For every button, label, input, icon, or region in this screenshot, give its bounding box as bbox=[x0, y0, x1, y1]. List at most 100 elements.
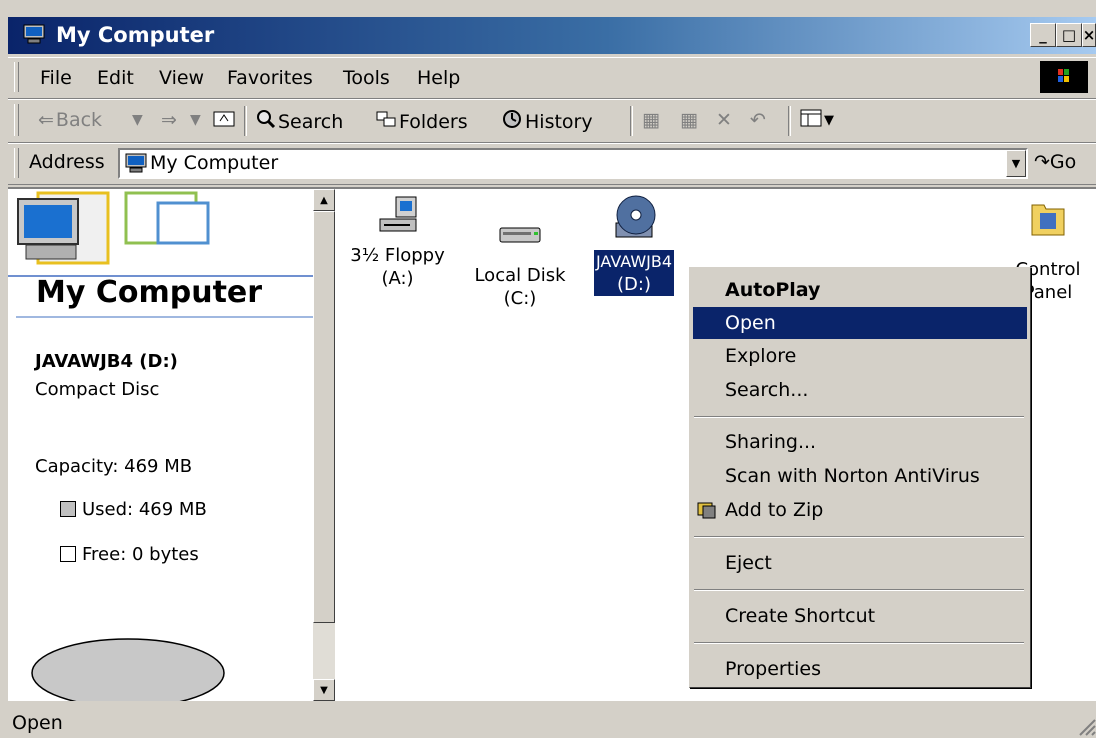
scroll-up-icon[interactable]: ▲ bbox=[313, 189, 335, 211]
menu-bar: File Edit View Favorites Tools Help bbox=[8, 57, 1096, 99]
menu-separator bbox=[694, 589, 1024, 591]
address-value: My Computer bbox=[150, 152, 279, 174]
views-button[interactable]: ▼ bbox=[800, 109, 834, 132]
forward-dropdown-icon[interactable]: ▼ bbox=[190, 112, 201, 128]
scroll-thumb[interactable] bbox=[313, 211, 335, 623]
menu-autoplay[interactable]: AutoPlay bbox=[693, 274, 1027, 306]
forward-arrow-icon[interactable]: ⇒ bbox=[161, 109, 177, 131]
standard-toolbar: ⇐ Back ▼ ⇒ ▼ Search Folders History ▦ ▦ ✕… bbox=[8, 99, 1096, 143]
menu-grip[interactable] bbox=[14, 62, 19, 92]
views-icon bbox=[800, 109, 822, 132]
used-swatch bbox=[60, 501, 76, 517]
up-folder-icon[interactable] bbox=[213, 109, 235, 127]
computer-icon bbox=[125, 153, 147, 173]
context-menu: AutoPlay Open Explore Search... Sharing.… bbox=[689, 267, 1031, 688]
close-button[interactable]: × bbox=[1082, 23, 1096, 47]
capacity-text: Capacity: 469 MB bbox=[35, 456, 193, 477]
drive-a[interactable]: 3½ Floppy (A:) bbox=[340, 195, 455, 290]
selected-item-type: Compact Disc bbox=[35, 379, 160, 400]
drive-a-letter: (A:) bbox=[381, 268, 414, 289]
toolbar-separator bbox=[630, 106, 633, 136]
menu-file[interactable]: File bbox=[40, 67, 72, 89]
computer-icon bbox=[23, 24, 45, 44]
drive-c[interactable]: Local Disk (C:) bbox=[465, 222, 575, 310]
folders-label: Folders bbox=[399, 110, 468, 133]
history-button[interactable]: History bbox=[501, 109, 593, 134]
address-bar: Address My Computer ▼ ↷Go bbox=[8, 143, 1096, 185]
copy-to-icon[interactable]: ▦ bbox=[680, 109, 698, 131]
history-icon bbox=[501, 109, 523, 134]
menu-explore[interactable]: Explore bbox=[693, 340, 1027, 372]
address-label: Address bbox=[29, 151, 105, 173]
status-text: Open bbox=[12, 712, 63, 734]
drive-c-name: Local Disk bbox=[474, 265, 566, 286]
floppy-drive-icon bbox=[379, 196, 416, 232]
menu-view[interactable]: View bbox=[159, 67, 204, 89]
menu-help[interactable]: Help bbox=[417, 67, 460, 89]
used-text: Used: 469 MB bbox=[82, 499, 207, 520]
menu-separator bbox=[694, 416, 1024, 418]
window-title: My Computer bbox=[56, 23, 215, 47]
menu-properties[interactable]: Properties bbox=[693, 653, 1027, 685]
menu-favorites[interactable]: Favorites bbox=[227, 67, 313, 89]
info-pane: My Computer JAVAWJB4 (D:) Compact Disc C… bbox=[8, 189, 313, 701]
menu-scan-norton[interactable]: Scan with Norton AntiVirus bbox=[693, 460, 1027, 492]
search-label: Search bbox=[278, 110, 344, 133]
windows-logo-icon bbox=[1040, 61, 1088, 93]
menu-tools[interactable]: Tools bbox=[343, 67, 390, 89]
drive-d-letter: (D:) bbox=[617, 274, 651, 295]
drive-d-name: JAVAWJB4 bbox=[595, 252, 673, 271]
menu-search[interactable]: Search... bbox=[693, 374, 1027, 406]
folders-icon bbox=[375, 109, 397, 134]
back-arrow-icon: ⇐ bbox=[38, 109, 54, 131]
pane-heading: My Computer bbox=[36, 275, 263, 310]
history-label: History bbox=[525, 110, 593, 133]
heading-divider bbox=[16, 316, 313, 318]
add-to-zip-label: Add to Zip bbox=[725, 499, 824, 521]
search-icon bbox=[256, 109, 276, 134]
delete-icon[interactable]: ✕ bbox=[716, 109, 732, 131]
address-field[interactable]: My Computer ▼ bbox=[118, 148, 1028, 179]
go-label: Go bbox=[1049, 151, 1077, 173]
disk-usage-pie bbox=[31, 638, 225, 701]
menu-open[interactable]: Open bbox=[693, 307, 1027, 339]
menu-eject[interactable]: Eject bbox=[693, 547, 1027, 579]
move-to-icon[interactable]: ▦ bbox=[642, 109, 660, 131]
back-button[interactable]: ⇐ Back bbox=[38, 109, 102, 131]
drive-d-label: JAVAWJB4 (D:) bbox=[593, 250, 675, 296]
free-text: Free: 0 bytes bbox=[82, 544, 199, 565]
toolbar-separator bbox=[244, 106, 247, 136]
info-pane-scrollbar[interactable]: ▲ ▼ bbox=[313, 189, 335, 701]
toolbar-grip[interactable] bbox=[14, 104, 19, 136]
free-swatch bbox=[60, 546, 76, 562]
go-arrow-icon: ↷ bbox=[1034, 151, 1050, 173]
menu-separator bbox=[694, 536, 1024, 538]
title-bar[interactable]: My Computer _ □ × bbox=[8, 17, 1096, 54]
minimize-button[interactable]: _ bbox=[1030, 23, 1056, 47]
drive-d[interactable]: JAVAWJB4 (D:) bbox=[580, 193, 688, 296]
scroll-down-icon[interactable]: ▼ bbox=[313, 679, 335, 701]
folders-button[interactable]: Folders bbox=[375, 109, 468, 134]
menu-separator bbox=[694, 642, 1024, 644]
resize-grip-icon[interactable] bbox=[1074, 714, 1096, 736]
back-dropdown-icon[interactable]: ▼ bbox=[132, 112, 143, 128]
menu-add-to-zip[interactable]: Add to Zip bbox=[693, 494, 1027, 526]
hard-disk-icon bbox=[499, 227, 541, 243]
views-dropdown-icon: ▼ bbox=[824, 113, 834, 128]
back-label: Back bbox=[55, 109, 103, 131]
drive-a-name: 3½ Floppy bbox=[350, 245, 445, 266]
my-computer-banner-icon bbox=[8, 191, 313, 277]
control-panel-icon bbox=[1031, 204, 1065, 236]
menu-edit[interactable]: Edit bbox=[97, 67, 134, 89]
maximize-button[interactable]: □ bbox=[1056, 23, 1082, 47]
address-grip[interactable] bbox=[14, 148, 19, 178]
address-dropdown-icon[interactable]: ▼ bbox=[1006, 150, 1026, 177]
drive-c-letter: (C:) bbox=[503, 288, 537, 309]
search-button[interactable]: Search bbox=[256, 109, 343, 134]
winzip-icon bbox=[697, 502, 716, 519]
undo-icon[interactable]: ↶ bbox=[750, 109, 766, 131]
menu-sharing[interactable]: Sharing... bbox=[693, 426, 1027, 458]
menu-create-shortcut[interactable]: Create Shortcut bbox=[693, 600, 1027, 632]
go-button[interactable]: ↷Go bbox=[1034, 151, 1076, 173]
status-bar: Open bbox=[8, 702, 1096, 738]
